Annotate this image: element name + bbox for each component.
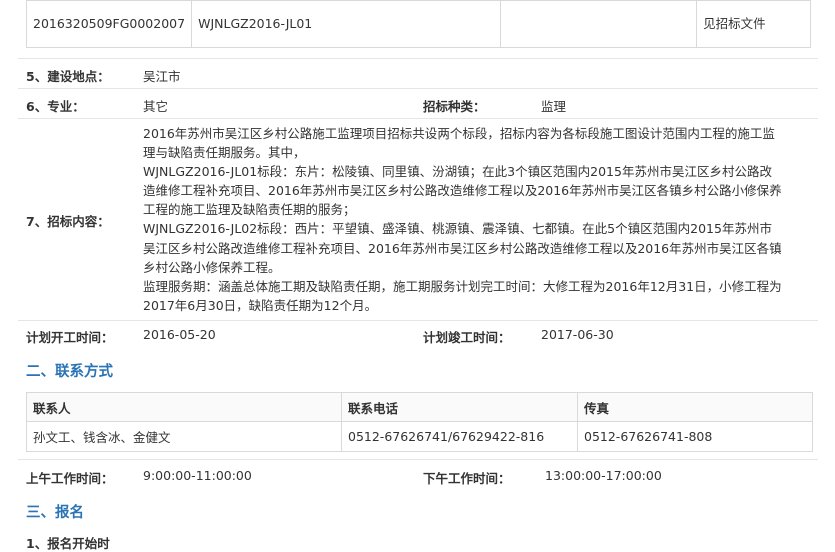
signup-start-label: 1、报名开始时 bbox=[26, 536, 110, 551]
contact-phone-cell: 0512-67626741/67629422-816 bbox=[341, 421, 578, 452]
divider bbox=[18, 88, 818, 89]
contact-fax-header: 传真 bbox=[577, 392, 813, 422]
site-value: 吴江市 bbox=[143, 69, 181, 84]
lot-table: 2016320509FG0002007 WJNLGZ2016-JL01 见招标文… bbox=[25, 0, 811, 48]
contact-person-header: 联系人 bbox=[26, 392, 342, 422]
major-value: 其它 bbox=[143, 99, 169, 114]
start-date-value: 2016-05-20 bbox=[143, 327, 216, 342]
content-line: WJNLGZ2016-JL02标段：西片：平望镇、盛泽镇、桃源镇、震泽镇、七都镇… bbox=[143, 221, 772, 237]
content-label: 7、招标内容： bbox=[26, 214, 110, 229]
end-date-value: 2017-06-30 bbox=[541, 327, 614, 342]
content-line: 乡村公路小修保养工程。 bbox=[143, 259, 281, 275]
divider bbox=[18, 320, 818, 321]
table-header-row: 联系人 联系电话 传真 bbox=[26, 392, 813, 422]
type-value: 监理 bbox=[541, 99, 567, 114]
contact-phone-header: 联系电话 bbox=[341, 392, 578, 422]
lot-code-cell: 2016320509FG0002007 bbox=[25, 0, 193, 48]
lot-empty-cell bbox=[500, 0, 698, 48]
contact-section-title: 二、联系方式 bbox=[26, 364, 113, 380]
site-label: 5、建设地点： bbox=[26, 69, 110, 84]
end-date-label: 计划竣工时间： bbox=[423, 330, 511, 345]
content-line: 2016年苏州市吴江区乡村公路施工监理项目招标共设两个标段，招标内容为各标段施工… bbox=[143, 126, 775, 141]
type-label: 招标种类： bbox=[423, 99, 486, 114]
content-line: 监理服务期：涵盖总体施工期及缺陷责任期，施工期服务计划完工时间：大修工程为201… bbox=[143, 278, 782, 294]
content-line: 2017年6月30日，缺陷责任期为12个月。 bbox=[143, 297, 378, 313]
content-line: 造维修工程补充项目、2016年苏州市吴江区乡村公路改造维修工程以及2016年苏州… bbox=[143, 183, 782, 199]
am-hours-value: 9:00:00-11:00:00 bbox=[143, 468, 252, 483]
contact-person-cell: 孙文工、钱含冰、金健文 bbox=[26, 421, 342, 452]
am-hours-label: 上午工作时间： bbox=[26, 471, 114, 486]
contact-table: 联系人 联系电话 传真 孙文工、钱含冰、金健文 0512-67626741/67… bbox=[26, 392, 813, 452]
pm-hours-label: 下午工作时间： bbox=[423, 471, 511, 486]
signup-section-title: 三、报名 bbox=[26, 505, 84, 521]
contact-fax-cell: 0512-67626741-808 bbox=[577, 421, 813, 452]
table-row: 2016320509FG0002007 WJNLGZ2016-JL01 见招标文… bbox=[25, 0, 811, 48]
divider bbox=[18, 58, 818, 59]
lot-note-cell: 见招标文件 bbox=[696, 0, 811, 48]
divider bbox=[18, 459, 818, 460]
content-line: 吴江区乡村公路改造维修工程补充项目、2016年苏州市吴江区乡村公路改造维修工程以… bbox=[143, 240, 782, 256]
content-line: 工程的施工监理及缺陷责任期的服务； bbox=[143, 202, 356, 218]
pm-hours-value: 13:00:00-17:00:00 bbox=[545, 468, 662, 483]
content-paragraph: 2016年苏州市吴江区乡村公路施工监理项目招标共设两个标段，招标内容为各标段施工… bbox=[143, 124, 813, 315]
content-line: 理与缺陷责任期服务。其中， bbox=[143, 145, 306, 161]
major-label: 6、专业： bbox=[26, 99, 85, 114]
table-row: 孙文工、钱含冰、金健文 0512-67626741/67629422-816 0… bbox=[26, 421, 813, 452]
lot-name-cell: WJNLGZ2016-JL01 bbox=[191, 0, 502, 48]
start-date-label: 计划开工时间： bbox=[26, 330, 114, 345]
divider bbox=[18, 118, 818, 119]
content-line: WJNLGZ2016-JL01标段：东片：松陵镇、同里镇、汾湖镇；在此3个镇区范… bbox=[143, 164, 772, 180]
